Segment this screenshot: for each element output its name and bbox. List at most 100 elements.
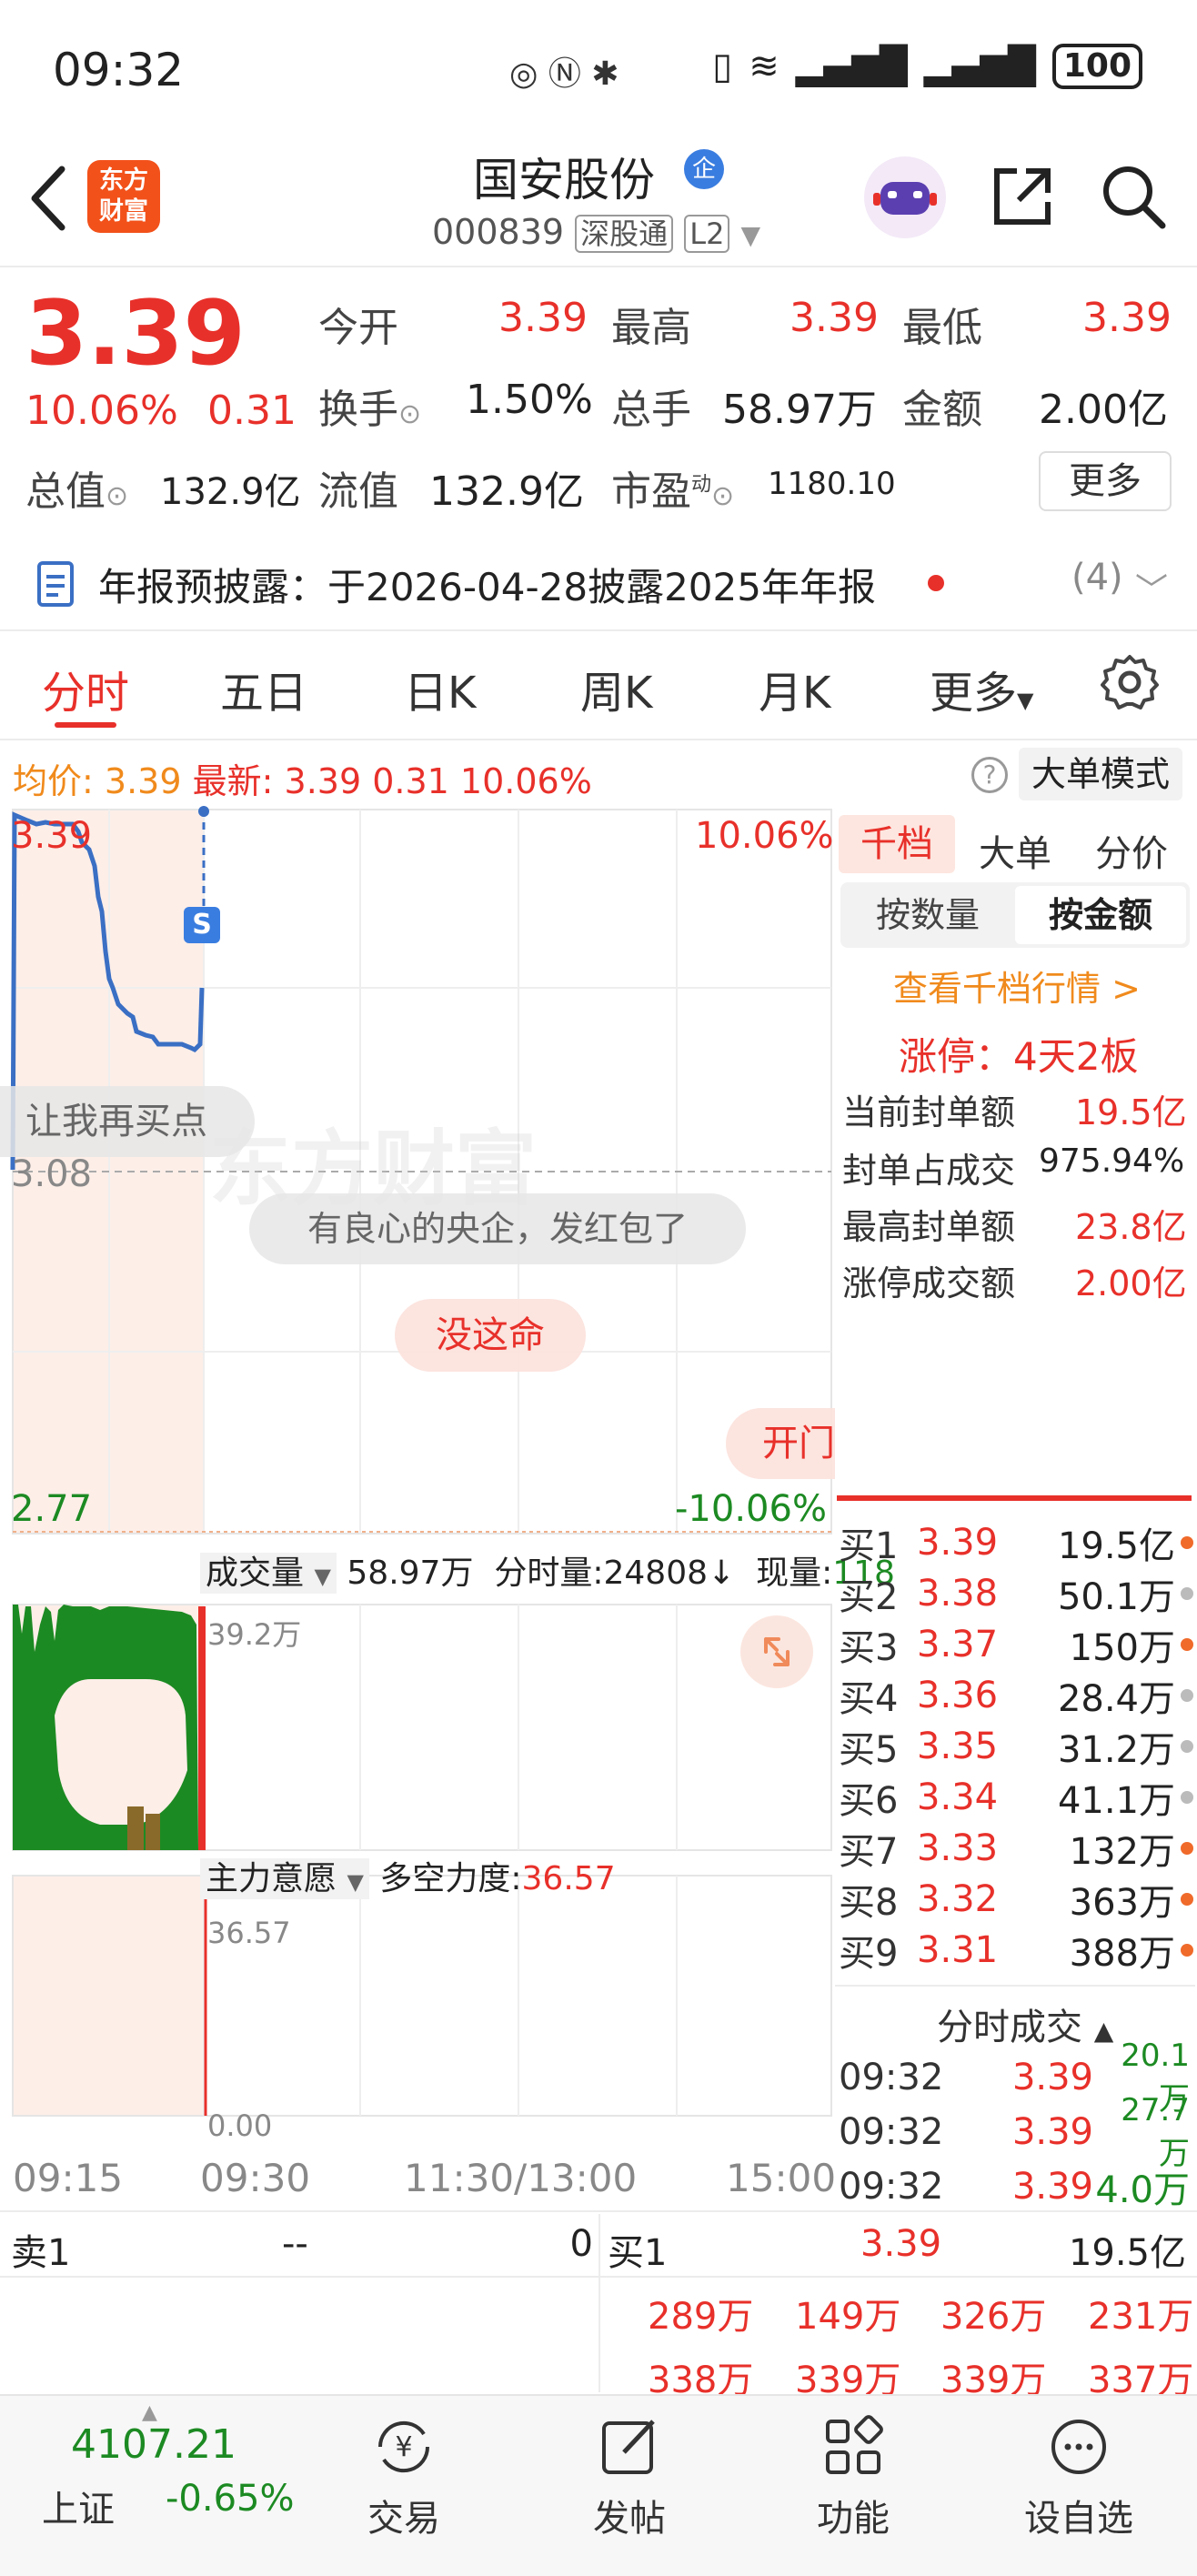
moneyflow-axis-min: 0.00 [207,2108,273,2143]
divider [0,2276,1197,2278]
orderbook-row[interactable]: 买9 3.31 388万 [839,1925,1193,1976]
orderbook-row[interactable]: 买7 3.33 132万 [839,1823,1193,1874]
orderbook-dot [1181,1842,1193,1855]
tab-monthly-k[interactable]: 月K [759,657,830,720]
document-icon [37,561,74,607]
divider [0,739,1197,740]
segment-by-amount[interactable]: 按金额 [1015,886,1186,944]
axis-low-pct: -10.06% [675,1488,827,1530]
tick-trade-row: 09:32 3.39 27.7万 [839,2091,1190,2172]
change-amount: 0.31 [207,387,297,434]
edit-icon [602,2420,655,2474]
back-icon[interactable] [25,162,71,235]
amount-label: 金额 [902,387,982,433]
buy1-row[interactable]: 买1 3.39 19.5亿 [608,2223,1186,2276]
orderbook-row[interactable]: 买6 3.34 41.1万 [839,1772,1193,1823]
robot-assistant-icon[interactable] [864,156,946,238]
vibrate-icon: ▯ [712,45,733,87]
tab-daily-k[interactable]: 日K [404,657,476,720]
orderbook-row[interactable]: 买4 3.36 28.4万 [839,1670,1193,1721]
seal-value: 2.00亿 [1075,1263,1187,1303]
pre-market-shade-mf [13,1876,204,2116]
nav-trade[interactable]: ¥ 交易 [331,2410,477,2541]
time-label: 09:15 [13,2156,124,2200]
sell-signal-marker[interactable]: S [184,907,220,943]
announcement-count: (4) [1071,557,1123,599]
expand-icon[interactable] [740,1615,813,1688]
change-percent: 10.06% [25,387,178,434]
index-name: 上证 [42,2489,115,2531]
tab-five-day[interactable]: 五日 [220,657,307,720]
axis-high-price: 3.39 [11,815,93,857]
orderbook-row[interactable]: 买1 3.39 19.5亿 [839,1517,1193,1568]
nav-post[interactable]: 发帖 [557,2410,702,2541]
grid-icon [826,2415,883,2474]
app-logo[interactable]: 东方 财富 [87,160,160,233]
help-icon[interactable]: ? [971,757,1008,793]
seal-value: 19.5亿 [1075,1092,1187,1132]
info-icon: ⊙ [398,398,422,430]
turnover-label[interactable]: 换手⊙ [318,377,421,435]
orderbook-dot [1181,1944,1193,1957]
nav-watchlist[interactable]: 设自选 [1006,2410,1152,2541]
divider [0,629,1197,631]
divider [835,1985,1195,1987]
open-value: 3.39 [498,295,588,341]
seal-label: 封单占成交 [842,1151,1016,1191]
high-label: 最高 [611,305,691,351]
orderbook-row[interactable]: 买2 3.38 50.1万 [839,1568,1193,1619]
seal-value: 975.94% [1039,1142,1185,1180]
tab-more[interactable]: 更多▼ [930,657,1033,720]
l2-tag: L2 [684,215,730,253]
pe-value: 1180.10 [768,466,896,502]
info-icon: ⊙ [106,480,129,512]
time-label: 09:30 [200,2156,311,2200]
tab-big-order[interactable]: 大单 [979,824,1051,877]
pe-label[interactable]: 市盈动⊙ [611,458,734,517]
moneyflow-indicator-select[interactable]: 主力意愿 ▼ [200,1858,369,1899]
orderbook-dot [1181,1638,1193,1651]
view-thousand-level-link[interactable]: 查看千档行情 > [893,961,1141,1011]
mcap-value: 132.9亿 [160,471,301,513]
more-button[interactable]: 更多 [1039,451,1172,511]
tab-weekly-k[interactable]: 周K [580,657,652,720]
volume-indicator-select[interactable]: 成交量 ▼ [200,1553,337,1594]
index-value[interactable]: 4107.21 [71,2421,236,2468]
stock-code[interactable]: 000839 深股通 L2 ▼ [432,211,760,253]
search-icon[interactable] [1099,162,1168,231]
moneyflow-indicator-bar: 主力意愿 ▼ 多空力度:36.57 [200,1852,616,1899]
gear-icon[interactable] [1101,653,1159,711]
chevron-down-icon[interactable]: ﹀ [1135,564,1168,611]
tick-trade-row: 09:32 3.39 4.0万 [839,2166,1190,2211]
big-order-mode-button[interactable]: 大单模式 [1019,748,1182,800]
status-time: 09:32 [53,44,185,96]
mcap-label[interactable]: 总值⊙ [25,458,128,517]
danmaku-bubble: 让我再买点 [0,1086,255,1157]
chevron-down-icon: ▼ [740,220,761,250]
divider [0,2210,1197,2212]
nav-functions[interactable]: 功能 [780,2410,926,2541]
sell1-row[interactable]: 卖1 -- 0 [11,2223,593,2276]
share-icon[interactable] [990,164,1055,229]
time-label: 15:00 [726,2156,837,2200]
tab-thousand-level[interactable]: 千档 [839,815,955,873]
tab-price-distribution[interactable]: 分价 [1095,824,1168,877]
announcement-text: 年报预披露：于2026-04-28披露2025年年报 [98,565,876,609]
axis-low-price: 2.77 [11,1488,93,1530]
status-right-icons: ▯ ≋ ▂▄▆█ ▂▄▆█ 100 [712,44,1142,89]
volume-value: 58.97万 [722,387,877,433]
unread-dot [928,575,944,591]
segment-by-quantity[interactable]: 按数量 [840,882,1015,948]
seal-label: 涨停成交额 [842,1263,1016,1303]
orderbook-row[interactable]: 买5 3.35 31.2万 [839,1721,1193,1772]
orderbook-dot [1181,1689,1193,1702]
orderbook-row[interactable]: 买3 3.37 150万 [839,1619,1193,1670]
float-label: 流值 [318,468,398,515]
tab-intraday[interactable]: 分时 [42,657,129,720]
volume-indicator-bar: 成交量 ▼ 58.97万 分时量:24808↓ 现量:118 [200,1546,895,1594]
volume-axis-max: 39.2万 [207,1617,302,1652]
orderbook-dot [1181,1893,1193,1906]
orderbook-row[interactable]: 买8 3.32 363万 [839,1874,1193,1925]
tick-trades-header[interactable]: 分时成交 ▲ [937,1997,1113,2050]
danmaku-bubble: 没这命 [395,1299,586,1372]
